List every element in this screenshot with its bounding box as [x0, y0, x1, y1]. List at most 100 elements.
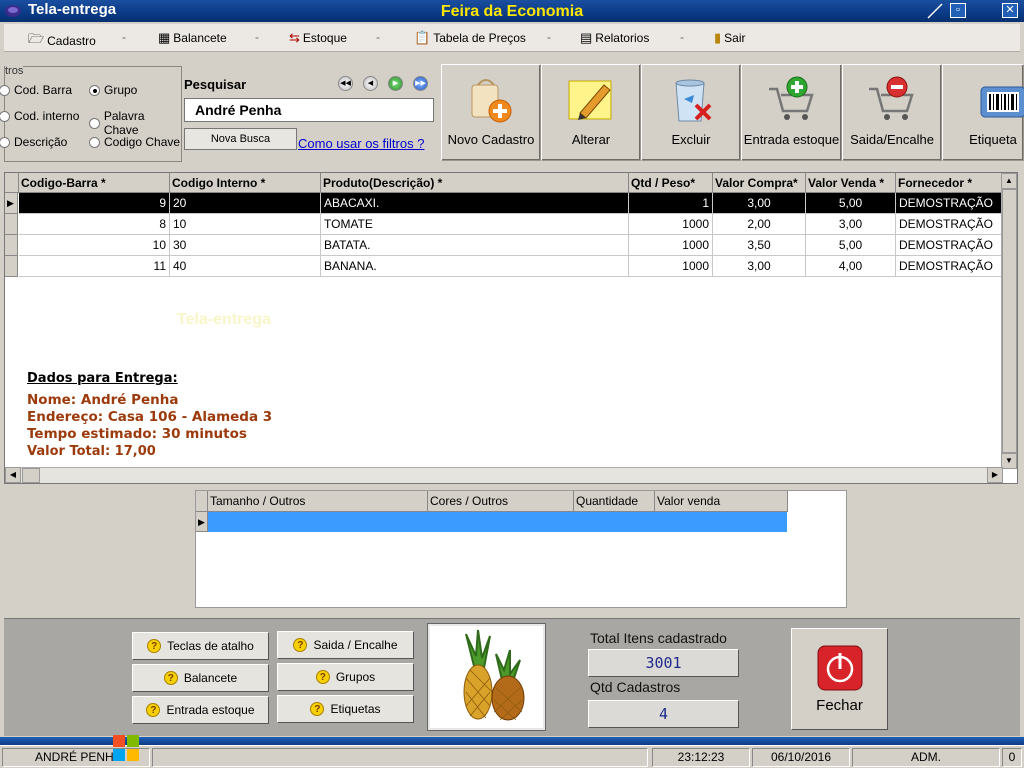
filter-help-link[interactable]: Como usar os filtros ? — [298, 136, 424, 151]
cell-valor-venda[interactable]: 5,00 — [806, 235, 896, 256]
col-header-cores[interactable]: Cores / Outros — [428, 491, 574, 512]
delivery-title: Dados para Entrega: — [27, 371, 178, 386]
restore-button[interactable]: ▫ — [950, 3, 966, 18]
radio-cod-interno[interactable]: Cod. interno — [0, 109, 79, 123]
stock-entry-button[interactable]: Entrada estoque — [741, 64, 842, 161]
scroll-thumb[interactable] — [22, 468, 40, 483]
col-header-tamanho[interactable]: Tamanho / Outros — [208, 491, 428, 512]
groups-button[interactable]: ? Grupos — [277, 663, 414, 691]
edit-button[interactable]: Alterar — [541, 64, 641, 161]
last-record-icon[interactable]: ▶▶ — [413, 76, 428, 91]
radio-palavra-chave[interactable]: Palavra Chave — [89, 109, 181, 137]
radio-grupo[interactable]: Grupo — [89, 83, 137, 97]
label-button[interactable]: Etiqueta — [942, 64, 1024, 161]
scroll-left-icon[interactable]: ◀ — [5, 467, 21, 483]
new-record-button[interactable]: Novo Cadastro — [441, 64, 541, 161]
radio-dot — [0, 110, 10, 122]
next-record-icon[interactable]: ▶ — [388, 76, 403, 91]
close-button[interactable]: ✕ — [1002, 3, 1018, 18]
search-label: Pesquisar — [184, 77, 247, 92]
cell-fornecedor[interactable]: DEMOSTRAÇÃO — [896, 256, 1002, 277]
radio-codigo-chave[interactable]: Codigo Chave — [89, 135, 180, 149]
cart-add-icon — [768, 76, 814, 120]
vertical-scrollbar[interactable]: ▲ ▼ — [1001, 173, 1017, 469]
cell-valor-venda[interactable]: 4,00 — [806, 256, 896, 277]
help-icon: ? — [147, 639, 162, 653]
cell-qtd[interactable]: 1000 — [629, 214, 713, 235]
shortcuts-button[interactable]: ? Teclas de atalho — [132, 632, 269, 660]
col-header-fornecedor[interactable]: Fornecedor * — [896, 173, 1002, 193]
col-header-produto[interactable]: Produto(Descrição) * — [321, 173, 629, 193]
cell-valor-compra[interactable]: 3,50 — [713, 235, 806, 256]
radio-dot — [89, 136, 100, 148]
status-count: 0 — [1002, 748, 1022, 767]
cell-fornecedor[interactable]: DEMOSTRAÇÃO — [896, 214, 1002, 235]
stock-out-button[interactable]: Saida/Encalhe — [842, 64, 942, 161]
qtd-cadastros-label: Qtd Cadastros — [590, 679, 681, 695]
horizontal-scrollbar[interactable]: ◀ ▶ — [5, 467, 1003, 483]
cell-fornecedor[interactable]: DEMOSTRAÇÃO — [896, 235, 1002, 256]
radio-descricao[interactable]: Descrição — [0, 135, 67, 149]
cell-valor-venda[interactable]: 5,00 — [806, 193, 896, 214]
cell-codigo-barra[interactable]: 9 — [19, 193, 170, 214]
menu-tabela-precos[interactable]: 📋 Tabela de Preços — [414, 30, 526, 46]
scroll-up-icon[interactable]: ▲ — [1001, 173, 1017, 189]
col-header-codigo-interno[interactable]: Codigo Interno * — [170, 173, 321, 193]
first-record-icon[interactable]: ◀◀ — [338, 76, 353, 91]
menu-cadastro[interactable]: 🗁 Cadastro — [28, 30, 96, 52]
cell-qtd[interactable]: 1000 — [629, 256, 713, 277]
app-name: Feira da Economia — [440, 3, 584, 20]
help-icon: ? — [315, 670, 330, 684]
balancete-button[interactable]: ? Balancete — [132, 664, 269, 692]
cell-qtd[interactable]: 1000 — [629, 235, 713, 256]
stock-out-shortcut-button[interactable]: ? Saida / Encalhe — [277, 631, 414, 659]
delivery-info: Dados para Entrega: Nome: André Penha En… — [27, 371, 272, 460]
menu-sair[interactable]: ▮ Sair — [714, 30, 746, 46]
power-icon — [817, 645, 863, 691]
cell-qtd[interactable]: 1 — [629, 193, 713, 214]
cell-produto[interactable]: ABACAXI. — [321, 193, 629, 214]
scroll-thumb[interactable] — [1002, 189, 1017, 453]
search-input[interactable]: André Penha — [184, 98, 434, 122]
help-icon: ? — [310, 702, 325, 716]
title-bar: Tela-entrega Feira da Economia ▫ ✕ — [0, 0, 1024, 22]
cell-codigo-interno[interactable]: 10 — [170, 214, 321, 235]
menu-balancete[interactable]: ▦ Balancete — [158, 30, 227, 46]
cell-valor-compra[interactable]: 3,00 — [713, 193, 806, 214]
scroll-right-icon[interactable]: ▶ — [987, 467, 1003, 483]
menu-relatorios[interactable]: ▤ Relatorios — [580, 30, 649, 46]
col-header-valor-venda-sub[interactable]: Valor venda — [655, 491, 788, 512]
cell-produto[interactable]: TOMATE — [321, 214, 629, 235]
prev-record-icon[interactable]: ◀ — [363, 76, 378, 91]
col-header-qtd[interactable]: Qtd / Peso* — [629, 173, 713, 193]
new-search-button[interactable]: Nova Busca — [184, 128, 297, 150]
row-indicator-icon: ▶ — [5, 193, 18, 214]
subgrid-selected-row[interactable] — [208, 512, 787, 532]
stock-entry-shortcut-button[interactable]: ? Entrada estoque — [132, 696, 269, 724]
cell-produto[interactable]: BANANA. — [321, 256, 629, 277]
scroll-down-icon[interactable]: ▼ — [1001, 453, 1017, 469]
col-header-valor-venda[interactable]: Valor Venda * — [806, 173, 896, 193]
cell-codigo-interno[interactable]: 20 — [170, 193, 321, 214]
cell-codigo-interno[interactable]: 30 — [170, 235, 321, 256]
cell-valor-compra[interactable]: 2,00 — [713, 214, 806, 235]
cell-codigo-barra[interactable]: 11 — [19, 256, 170, 277]
cell-produto[interactable]: BATATA. — [321, 235, 629, 256]
label-button-label: Etiqueta — [969, 132, 1017, 147]
cell-codigo-barra[interactable]: 10 — [19, 235, 170, 256]
cell-fornecedor[interactable]: DEMOSTRAÇÃO — [896, 193, 1002, 214]
col-header-codigo-barra[interactable]: Codigo-Barra * — [19, 173, 170, 193]
close-window-button[interactable]: Fechar — [791, 628, 888, 730]
qtd-cadastros-value: 4 — [588, 700, 739, 728]
cell-valor-compra[interactable]: 3,00 — [713, 256, 806, 277]
labels-button[interactable]: ? Etiquetas — [277, 695, 414, 723]
cell-codigo-interno[interactable]: 40 — [170, 256, 321, 277]
delete-button[interactable]: Excluir — [641, 64, 741, 161]
stock-entry-label: Entrada estoque — [743, 132, 840, 147]
col-header-valor-compra[interactable]: Valor Compra* — [713, 173, 806, 193]
col-header-quantidade[interactable]: Quantidade — [574, 491, 655, 512]
cell-codigo-barra[interactable]: 8 — [19, 214, 170, 235]
radio-cod-barra[interactable]: Cod. Barra — [0, 83, 72, 97]
menu-estoque[interactable]: ⇆ Estoque — [289, 30, 347, 46]
cell-valor-venda[interactable]: 3,00 — [806, 214, 896, 235]
